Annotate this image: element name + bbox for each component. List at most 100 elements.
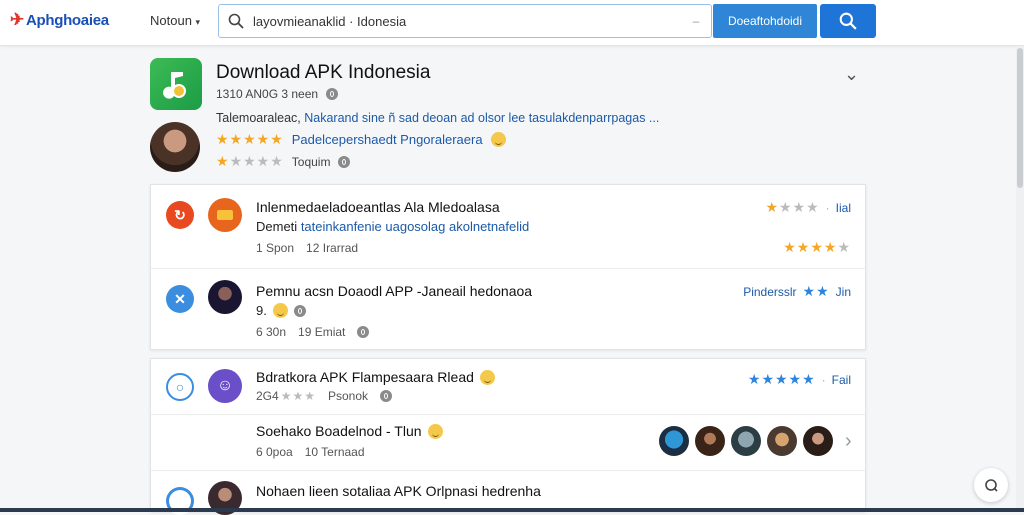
- item-subtitle-lead: Demeti: [256, 219, 298, 234]
- chat-icon: [985, 479, 998, 492]
- item-meta-b: 19 Emiat: [298, 325, 346, 339]
- item-title[interactable]: Pemnu acsn Doaodl APP -Janeail hedonaoa: [256, 283, 532, 299]
- item-rating: ★★★★ · Iial: [765, 199, 851, 216]
- item-title[interactable]: Bdratkora APK Flampesaara Rlead: [256, 369, 474, 385]
- info-icon[interactable]: [338, 155, 351, 168]
- list-item[interactable]: Soehako Boadelnod - Tlun 6 0poa 10 Terna…: [151, 415, 865, 471]
- top-bar: ✈ Aphghoaiea Notoun ▾ layovmieanaklid · …: [0, 0, 1024, 46]
- secondary-label: Toquim: [291, 154, 331, 169]
- item-meta-b: Psonok: [327, 389, 368, 403]
- item-title[interactable]: Soehako Boadelnod - Tlun: [256, 423, 422, 439]
- nav-select-label: Notoun: [150, 13, 192, 28]
- site-logo[interactable]: ✈ Aphghoaiea: [10, 10, 109, 30]
- info-icon[interactable]: [293, 304, 306, 317]
- search-input[interactable]: layovmieanaklid · Idonesia: [253, 14, 681, 29]
- scrollbar-thumb[interactable]: [1017, 48, 1023, 188]
- app-icon: [208, 198, 242, 232]
- item-rating-label[interactable]: Fail: [832, 373, 851, 387]
- info-icon[interactable]: [380, 390, 392, 402]
- list-item[interactable]: ✕ Pemnu acsn Doaodl APP -Janeail hedonao…: [151, 269, 865, 351]
- avatar[interactable]: [150, 122, 200, 172]
- chevron-right-icon[interactable]: ›: [845, 430, 852, 453]
- avatar[interactable]: [767, 426, 797, 456]
- rating-stars: ★★★★★: [216, 131, 284, 147]
- item-title[interactable]: Inlenmedaeladoeantlas Ala Mledoalasa: [256, 199, 500, 215]
- taskbar-strip: [0, 508, 1024, 512]
- results-card: ○ ☺ Bdratkora APK Flampesaara Rlead 2G4 …: [150, 358, 866, 515]
- refresh-icon: ↻: [166, 201, 194, 229]
- app-icon: [150, 58, 202, 110]
- item-subtitle: 9.: [256, 303, 306, 318]
- list-item[interactable]: Nohaen lieen sotaliaa APK Orlpnasi hedre…: [151, 471, 865, 515]
- secondary-rating-row: ★★★★★ Toquim: [216, 153, 351, 170]
- scrollbar[interactable]: [1016, 46, 1024, 512]
- item-rating: Pindersslr ★★ Jin: [743, 283, 851, 300]
- search-box[interactable]: layovmieanaklid · Idonesia ‒: [218, 4, 712, 38]
- rating-label[interactable]: Padelcepershaedt Pngoraleraera: [292, 132, 483, 147]
- item-meta-b: 10 Ternaad: [304, 445, 365, 459]
- item-title-row: Soehako Boadelnod - Tlun: [256, 423, 443, 439]
- list-item[interactable]: ↻ Inlenmedaeladoeantlas Ala Mledoalasa D…: [151, 185, 865, 269]
- list-item[interactable]: ○ ☺ Bdratkora APK Flampesaara Rlead 2G4 …: [151, 359, 865, 415]
- item-meta-b: 12 Irarrad: [306, 241, 359, 255]
- page-title: Download APK Indonesia: [216, 62, 431, 83]
- item-subtitle-link[interactable]: tateinkanfenie uagosolag akolnetnafelid: [301, 219, 529, 234]
- avatar-group: ›: [659, 426, 852, 456]
- separator: ·: [825, 200, 830, 215]
- rating-stars: ★★★★★: [783, 239, 851, 255]
- avatar[interactable]: [731, 426, 761, 456]
- smile-emoji-icon: [427, 423, 443, 439]
- item-title[interactable]: Nohaen lieen sotaliaa APK Orlpnasi hedre…: [256, 483, 541, 499]
- download-button[interactable]: Doeaftohdoidi: [713, 4, 817, 38]
- item-meta: 6 0poa 10 Ternaad: [256, 445, 365, 459]
- info-icon[interactable]: [326, 88, 339, 100]
- item-meta-a: 6 30n: [256, 325, 287, 339]
- app-meta-text: 1310 AN0G 3 neen: [216, 87, 319, 101]
- separator: ·: [821, 372, 826, 387]
- chevron-down-icon[interactable]: ⌄: [844, 64, 859, 85]
- item-meta: 6 30n 19 Emiat: [256, 325, 370, 339]
- chevron-down-icon: ▾: [195, 17, 201, 27]
- item-rating-label[interactable]: Pindersslr: [743, 285, 796, 299]
- item-rating-suffix[interactable]: Jin: [836, 285, 851, 299]
- item-meta: 2G4 ★★★ Psonok: [256, 389, 392, 403]
- rating-stars: ★★: [802, 283, 830, 299]
- info-icon[interactable]: [357, 326, 370, 338]
- item-rating: ★★★★★ · Fail: [748, 371, 851, 388]
- avatar[interactable]: [803, 426, 833, 456]
- rating-stars: ★★★: [280, 389, 316, 403]
- rating-stars: ★★★★: [765, 199, 820, 215]
- logo-text: Aphghoaiea: [25, 11, 109, 29]
- search-icon: [219, 5, 253, 37]
- item-rating-secondary: ★★★★★: [783, 239, 851, 256]
- clear-icon[interactable]: ‒: [681, 14, 711, 28]
- ghost-icon: ☺: [208, 369, 242, 403]
- item-rating-label[interactable]: Iial: [836, 201, 851, 215]
- chat-button[interactable]: [974, 468, 1008, 502]
- app-meta: 1310 AN0G 3 neen: [216, 87, 339, 101]
- results-card: ↻ Inlenmedaeladoeantlas Ala Mledoalasa D…: [150, 184, 866, 350]
- rating-stars: ★★★★★: [747, 371, 816, 387]
- description-link[interactable]: Nakarand sine ñ sad deoan ad olsor lee t…: [304, 111, 659, 125]
- item-title-row: Bdratkora APK Flampesaara Rlead: [256, 369, 495, 385]
- item-meta-a: 1 Spon: [256, 241, 295, 255]
- item-subtitle: Demeti tateinkanfenie uagosolag akolnetn…: [256, 219, 529, 234]
- avatar: [208, 280, 242, 314]
- avatar[interactable]: [659, 426, 689, 456]
- secondary-stars: ★★★★★: [216, 153, 284, 169]
- item-meta-a: 2G4: [256, 389, 279, 403]
- circle-icon: ○: [166, 373, 194, 401]
- avatar[interactable]: [695, 426, 725, 456]
- description-lead: Talemoaraleac,: [216, 111, 301, 125]
- nav-select[interactable]: Notoun ▾: [150, 13, 200, 28]
- app-description: Talemoaraleac, Nakarand sine ñ sad deoan…: [216, 111, 659, 125]
- logo-mark-icon: ✈: [10, 10, 24, 29]
- item-meta: 1 Spon 12 Irarrad: [256, 241, 358, 255]
- item-meta-a: 6 0poa: [256, 445, 293, 459]
- smile-emoji-icon: [479, 369, 495, 385]
- app-header: Download APK Indonesia 1310 AN0G 3 neen …: [150, 58, 870, 176]
- search-icon: [839, 12, 857, 30]
- rating-row: ★★★★★ Padelcepershaedt Pngoraleraera: [216, 131, 506, 148]
- smile-emoji-icon: [272, 303, 288, 318]
- search-button[interactable]: [820, 4, 876, 38]
